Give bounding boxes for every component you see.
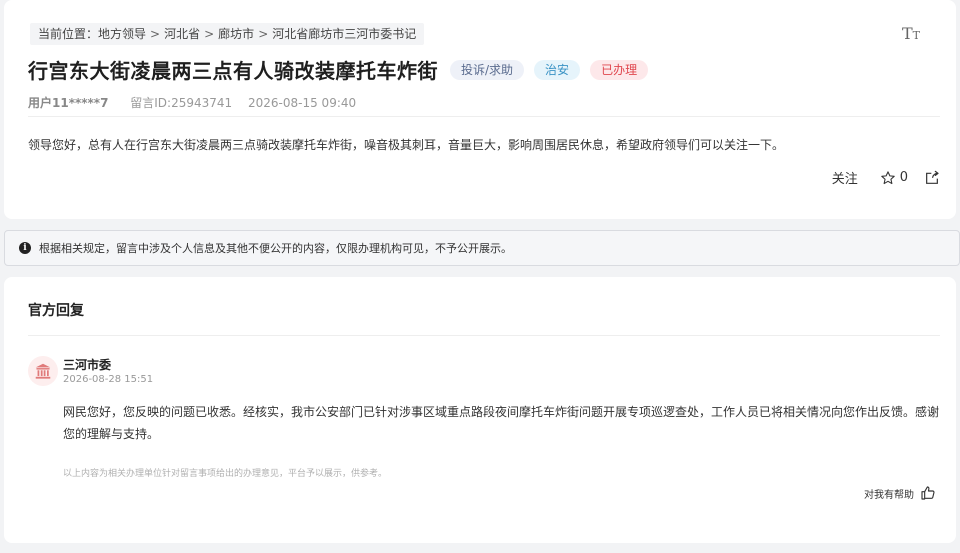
breadcrumb-item-sanhe-secretary[interactable]: 河北省廊坊市三河市委书记 (272, 27, 416, 41)
message-content: 领导您好，总有人在行宫东大街凌晨两三点骑改装摩托车炸街，噪音极其刺耳，音量巨大，… (28, 138, 785, 152)
share-icon (926, 170, 939, 184)
status-badge: 已办理 (590, 59, 649, 80)
star-icon (880, 170, 895, 184)
breadcrumb-separator: > (258, 27, 269, 41)
share-button[interactable] (924, 170, 940, 186)
message-card: 当前位置：地方领导 > 河北省 > 廊坊市 > 河北省廊坊市三河市委书记 TT 行宫东大街凌… (4, 0, 956, 219)
page-title: 行宫东大街凌晨两三点有人骑改装摩托车炸街 (28, 59, 438, 83)
message-datetime: 2026-08-15 09:40 (248, 96, 357, 110)
helpful-button[interactable]: 对我有帮助 (864, 485, 936, 501)
user-name: 用户11*****7 (28, 96, 109, 110)
reply-time: 2026-08-28 15:51 (63, 374, 154, 385)
divider (28, 116, 940, 117)
favorite-button[interactable]: 0 (880, 170, 908, 186)
font-size-icon[interactable]: TT (902, 26, 920, 42)
info-icon: i (19, 242, 31, 254)
message-actions: 关注 0 (832, 168, 940, 187)
reply-content: 网民您好，您反映的问题已收悉。经核实，我市公安部门已针对涉事区域重点路段夜间摩托… (63, 405, 940, 441)
message-id: 留言ID:25943741 (130, 96, 233, 110)
title-row: 行宫东大街凌晨两三点有人骑改装摩托车炸街 投诉/求助 治安 已办理 (28, 55, 649, 84)
breadcrumb-item-local-leaders[interactable]: 地方领导 (98, 27, 146, 41)
helpful-label: 对我有帮助 (864, 489, 914, 501)
tag-type: 投诉/求助 (450, 59, 525, 80)
section-title: 官方回复 (28, 303, 84, 319)
breadcrumb-prefix: 当前位置： (38, 27, 99, 41)
message-meta: 用户11*****7 留言ID:25943741 2026-08-15 09:4… (28, 94, 356, 111)
breadcrumb-separator: > (204, 27, 215, 41)
tag-category: 治安 (534, 59, 581, 80)
breadcrumb: 当前位置：地方领导 > 河北省 > 廊坊市 > 河北省廊坊市三河市委书记 (30, 23, 425, 45)
thumbs-up-icon (921, 486, 935, 500)
avatar (28, 356, 58, 386)
government-building-icon (35, 363, 51, 379)
breadcrumb-item-hebei[interactable]: 河北省 (164, 27, 200, 41)
official-reply-card: 官方回复 三河市委 2026-08-28 15:51 网民您好，您反映的问题已收… (4, 277, 956, 543)
follow-button[interactable]: 关注 (832, 168, 858, 187)
divider (28, 335, 940, 336)
favorite-count: 0 (899, 170, 908, 185)
notice-text: 根据相关规定，留言中涉及个人信息及其他不便公开的内容，仅限办理机构可见，不予公开… (39, 242, 512, 255)
reply-organization: 三河市委 (63, 358, 112, 372)
reply-disclaimer: 以上内容为相关办理单位针对留言事项给出的办理意见，平台予以展示，供参考。 (63, 469, 388, 479)
breadcrumb-separator: > (150, 27, 161, 41)
breadcrumb-item-langfang[interactable]: 廊坊市 (218, 27, 254, 41)
privacy-notice: i 根据相关规定，留言中涉及个人信息及其他不便公开的内容，仅限办理机构可见，不予… (4, 230, 960, 266)
